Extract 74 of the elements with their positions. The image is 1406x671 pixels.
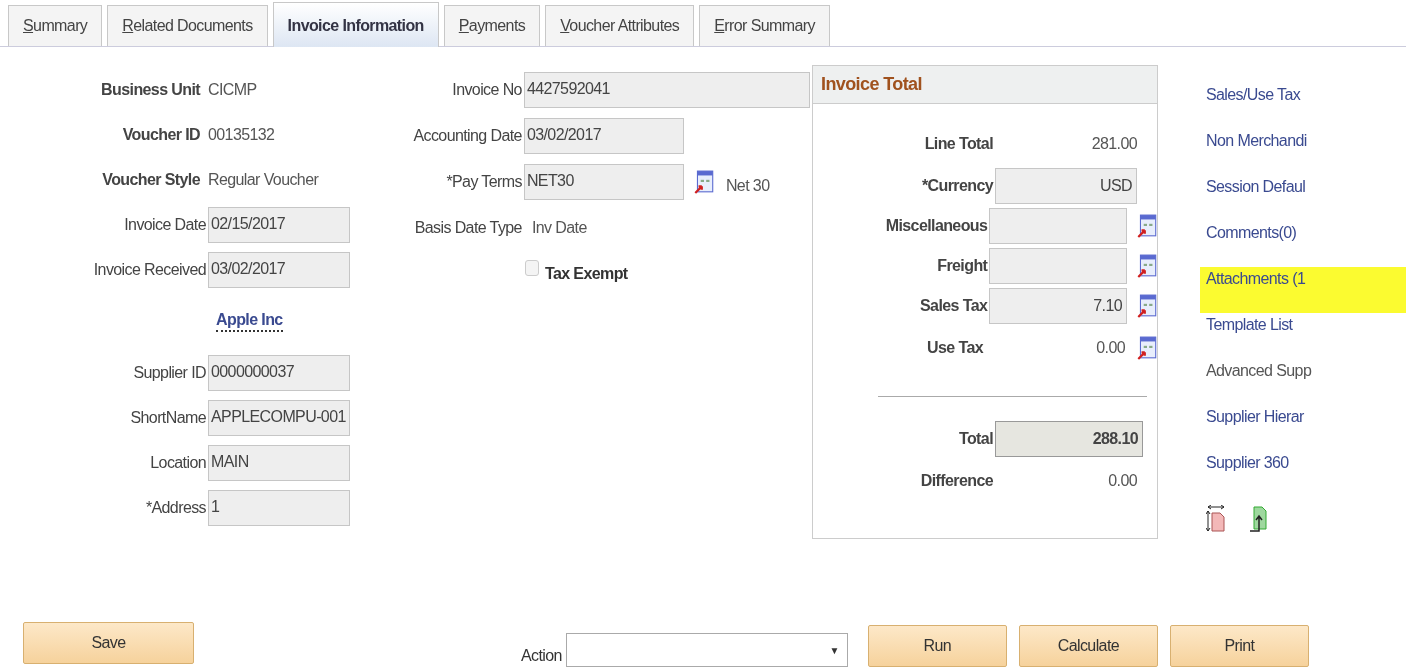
tab[interactable]: Related Documents [107,5,268,46]
document-arrows-icon[interactable] [1206,505,1226,533]
field-value: Regular Voucher [208,170,319,189]
input-field[interactable]: 03/02/2017 [523,118,684,154]
amount-field[interactable] [989,208,1127,244]
total-field: 288.10 [995,421,1143,457]
action-dropdown[interactable]: ▼ [565,633,848,667]
amount-value: 0.00 [1095,339,1126,357]
amount-label: Use Tax [926,339,985,357]
input-field[interactable]: NET30 [523,164,684,200]
field-value: Inv Date [531,219,587,237]
amount-value: 0.00 [1107,472,1138,490]
field-label: ShortName [129,408,207,427]
field-label: Invoice Received [92,260,207,279]
side-link[interactable]: Sales/Use Tax [1206,83,1301,129]
field-label: Invoice No [451,81,523,99]
side-link[interactable]: Comments(0) [1206,221,1297,267]
side-link[interactable]: Supplier 360 [1206,451,1289,497]
action-button[interactable]: Print [1169,625,1309,667]
action-button[interactable]: Calculate [1018,625,1158,667]
pay-terms-description: Net 30 [725,177,770,195]
field-label: Voucher Style [101,170,201,189]
field-label: Location [149,453,207,472]
side-link[interactable]: Template List [1206,313,1293,359]
field-label: Accounting Date [412,127,523,145]
input-field[interactable]: MAIN [208,444,350,481]
lookup-icon[interactable] [1137,214,1157,238]
tab[interactable]: Invoice Information [272,2,439,47]
amount-label: Line Total [923,135,994,153]
field-value: 00135132 [208,125,275,144]
side-link[interactable]: Non Merchandi [1206,129,1307,175]
lookup-icon[interactable] [1137,254,1157,278]
field-label: Business Unit [100,80,202,99]
amount-field[interactable] [989,248,1127,284]
amount-label: Difference [919,472,994,490]
input-field[interactable]: 02/15/2017 [208,206,350,243]
field-label: *Pay Terms [445,173,523,191]
side-link[interactable]: Attachments (1 [1200,267,1406,313]
amount-label: Sales Tax [919,297,989,315]
tab[interactable]: Voucher Attributes [545,5,695,46]
tab[interactable]: Error Summary [699,5,830,46]
save-button[interactable]: Save [23,622,194,664]
field-label: Voucher ID [121,125,201,144]
amount-value: 281.00 [1090,135,1138,153]
lookup-icon[interactable] [1137,294,1157,318]
action-label: Action [521,647,562,665]
input-field[interactable]: 03/02/2017 [208,251,350,288]
amount-label: *Currency [920,177,995,195]
field-label: *Address [144,498,207,517]
checkbox-label: Tax Exempt [544,265,628,283]
input-field[interactable]: 1 [208,489,350,526]
lookup-icon[interactable] [693,170,714,194]
input-field[interactable]: 0000000037 [208,354,350,391]
lookup-icon[interactable] [1137,336,1157,360]
amount-field[interactable]: USD [995,168,1137,204]
panel-title: Invoice Total [821,74,922,95]
document-arrow-icon[interactable] [1248,505,1268,533]
side-link[interactable]: Supplier Hierar [1206,405,1304,451]
tab[interactable]: Payments [443,5,541,46]
amount-field[interactable]: 7.10 [989,288,1127,324]
field-value: CICMP [208,80,257,99]
tab[interactable]: Summary [8,5,103,46]
action-button[interactable]: Run [867,625,1007,667]
amount-label: Total [957,430,994,448]
field-label: Basis Date Type [413,219,523,237]
checkbox[interactable] [524,260,539,276]
side-link[interactable]: Session Defaul [1206,175,1306,221]
amount-label: Freight [936,257,989,275]
input-field[interactable]: APPLECOMPU-001 [208,399,350,436]
field-label: Supplier ID [132,363,207,382]
input-field[interactable]: 4427592041 [523,72,810,108]
supplier-link[interactable]: Apple Inc [216,310,283,332]
field-label: Invoice Date [123,215,207,234]
amount-label: Miscellaneous [884,217,989,235]
